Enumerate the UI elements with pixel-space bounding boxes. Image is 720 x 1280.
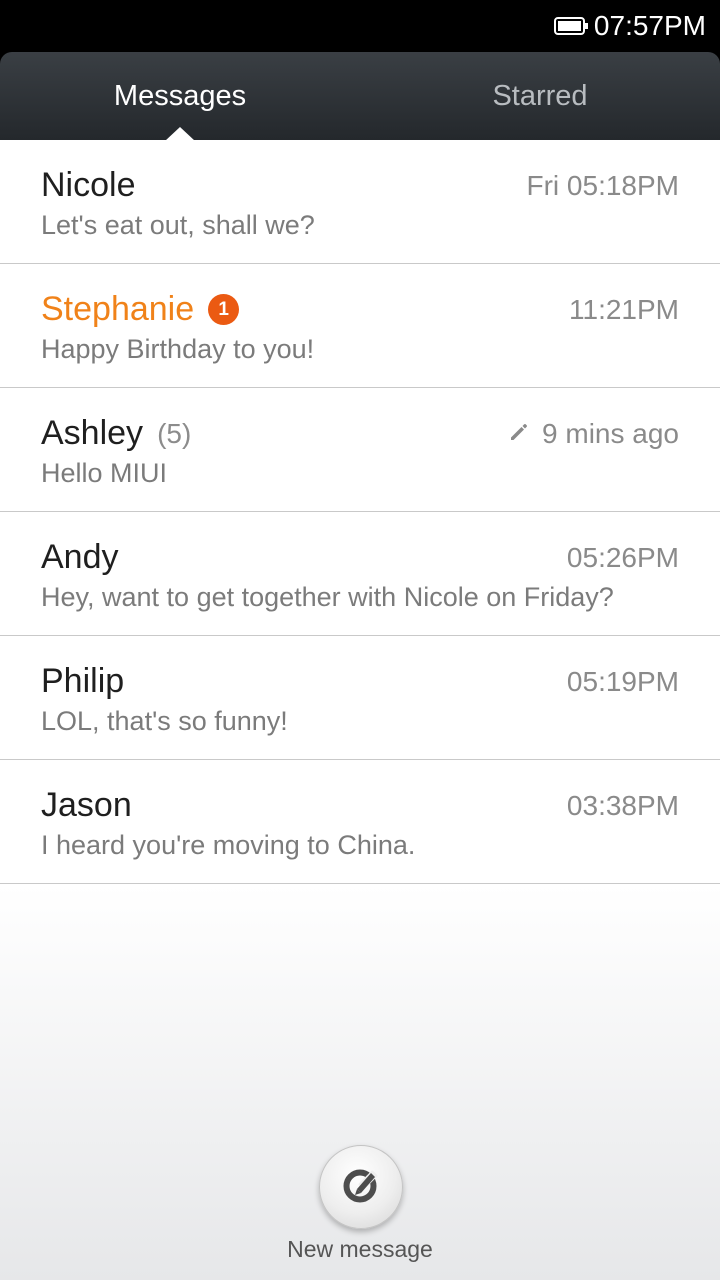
new-message-button[interactable]: [319, 1145, 403, 1229]
message-time: Fri 05:18PM: [527, 170, 680, 202]
messaging-screen: 07:57PM Messages Starred Nicole Fri 05:1…: [0, 0, 720, 1280]
message-preview: Let's eat out, shall we?: [41, 210, 315, 240]
message-time-text: 05:19PM: [566, 666, 679, 697]
message-time-text: 11:21PM: [569, 294, 679, 325]
message-time: 05:19PM: [567, 666, 679, 698]
message-count: (5): [157, 417, 192, 449]
tab-starred[interactable]: Starred: [360, 52, 720, 140]
message-time-text: 03:38PM: [566, 790, 679, 821]
message-time-text: 9 mins ago: [542, 418, 679, 449]
contact-name: Philip: [41, 662, 125, 700]
conversation-row[interactable]: Nicole Fri 05:18PM Let's eat out, shall …: [0, 140, 720, 264]
contact-name: Ashley: [41, 414, 144, 452]
tab-bar: Messages Starred: [0, 52, 720, 141]
conversation-row[interactable]: Ashley (5) 9 mins ago Hello MIUI: [0, 388, 720, 512]
message-preview: I heard you're moving to China.: [41, 830, 416, 860]
main-content: Nicole Fri 05:18PM Let's eat out, shall …: [0, 140, 720, 1280]
conversation-row[interactable]: Jason 03:38PM I heard you're moving to C…: [0, 760, 720, 884]
message-time-text: 05:26PM: [566, 542, 679, 573]
tab-messages-label: Messages: [113, 79, 247, 112]
pencil-icon: [508, 418, 530, 450]
contact-name: Stephanie: [41, 290, 195, 328]
message-preview: LOL, that's so funny!: [41, 706, 288, 736]
contact-name-group: Andy: [41, 538, 119, 577]
message-time: 9 mins ago: [508, 418, 679, 450]
active-tab-indicator: [165, 127, 195, 141]
message-time: 05:26PM: [567, 542, 679, 574]
contact-name-group: Nicole: [41, 166, 135, 205]
contact-name-group: Philip: [41, 662, 124, 701]
conversation-row[interactable]: Philip 05:19PM LOL, that's so funny!: [0, 636, 720, 760]
message-time: 11:21PM: [569, 294, 679, 326]
message-preview: Hello MIUI: [41, 458, 168, 488]
message-time: 03:38PM: [567, 790, 679, 822]
conversation-row[interactable]: Andy 05:26PM Hey, want to get together w…: [0, 512, 720, 636]
contact-name: Nicole: [41, 166, 136, 204]
status-bar: 07:57PM: [0, 0, 720, 52]
battery-icon: [553, 17, 588, 35]
status-right: 07:57PM: [553, 8, 706, 44]
contact-name-group: Ashley (5): [41, 414, 191, 453]
message-preview: Happy Birthday to you!: [41, 334, 315, 364]
new-message-label: New message: [287, 1236, 433, 1262]
contact-name: Jason: [41, 786, 132, 824]
conversation-row[interactable]: Stephanie 1 11:21PM Happy Birthday to yo…: [0, 264, 720, 388]
status-time: 07:57PM: [593, 10, 706, 41]
tab-starred-label: Starred: [492, 79, 588, 112]
compose-icon: [338, 1162, 384, 1213]
conversation-list: Nicole Fri 05:18PM Let's eat out, shall …: [0, 140, 720, 884]
unread-badge: 1: [208, 294, 240, 325]
contact-name-group: Stephanie 1: [41, 290, 240, 329]
message-preview: Hey, want to get together with Nicole on…: [41, 582, 614, 612]
contact-name-group: Jason: [41, 786, 132, 825]
contact-name: Andy: [41, 538, 119, 576]
message-time-text: Fri 05:18PM: [526, 170, 680, 201]
